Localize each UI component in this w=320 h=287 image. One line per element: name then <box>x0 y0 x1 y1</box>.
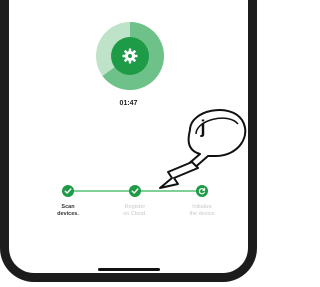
home-indicator[interactable] <box>98 268 160 271</box>
step-scan-indicator <box>62 185 74 197</box>
refresh-icon <box>198 187 206 195</box>
setup-screen: 01:47 j Scan devices. Register on Cloud. I… <box>0 0 257 287</box>
check-icon <box>64 188 72 194</box>
step-register-label: Register on Cloud. <box>123 204 147 217</box>
step-initialize-indicator <box>196 185 208 197</box>
step-register-indicator <box>129 185 141 197</box>
step-initialize-label: Initialize the device <box>189 204 215 217</box>
step-connector-1 <box>70 190 134 192</box>
annotation-letter: j <box>200 117 206 137</box>
gear-icon <box>122 48 138 64</box>
step-scan-label: Scan devices. <box>57 204 79 217</box>
check-icon <box>131 188 139 194</box>
step-connector-2 <box>140 190 200 192</box>
annotation-arrow <box>159 108 247 189</box>
